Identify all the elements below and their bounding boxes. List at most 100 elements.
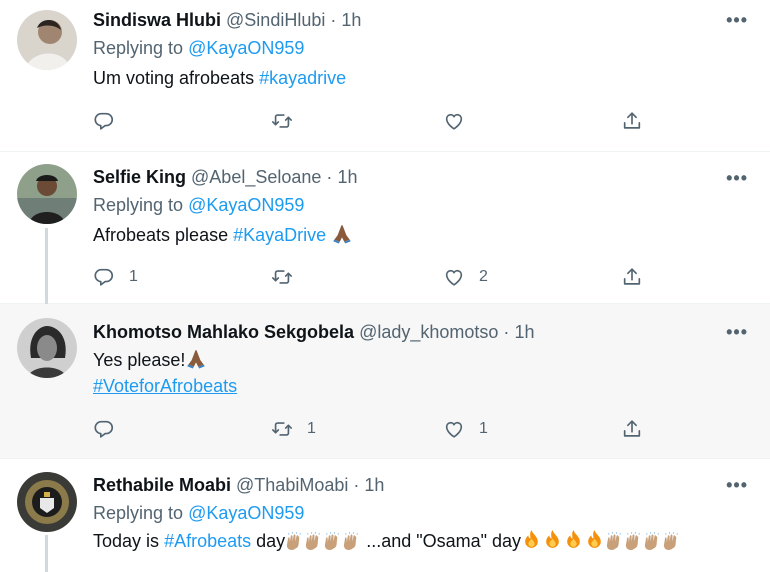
tweet[interactable]: Rethabile Moabi @ThabiMoabi · 1h Replyin… <box>0 459 770 572</box>
reply-count: 1 <box>129 268 138 285</box>
thread-connector <box>45 228 48 304</box>
tweet-header: Selfie King @Abel_Seloane · 1h <box>93 165 750 189</box>
fire-emoji <box>584 529 605 550</box>
hashtag-link[interactable]: #Afrobeats <box>164 531 251 551</box>
raised-hands-emoji <box>643 531 662 550</box>
raised-hands-emoji <box>662 531 681 550</box>
tweet-actions <box>93 110 653 134</box>
timestamp[interactable]: 1h <box>514 322 534 342</box>
reply-icon <box>93 266 115 288</box>
raised-hands-emoji-group <box>285 531 361 551</box>
like-button[interactable]: 2 <box>443 266 488 288</box>
share-button[interactable] <box>621 110 643 132</box>
separator-dot: · <box>326 167 333 187</box>
like-count: 1 <box>479 420 488 437</box>
tweet-text-content: Afrobeats please <box>93 225 229 245</box>
retweet-icon <box>271 418 293 440</box>
thread-connector <box>45 535 48 572</box>
reply-context: Replying to @KayaON959 <box>93 500 750 526</box>
fire-emoji <box>542 529 563 550</box>
reply-context: Replying to @KayaON959 <box>93 35 750 61</box>
more-options-icon[interactable]: ••• <box>726 475 748 496</box>
raised-hands-emoji <box>342 531 361 550</box>
tweet-text-line-2: #VoteforAfrobeats <box>93 373 750 399</box>
share-button[interactable] <box>621 418 643 440</box>
mention-link[interactable]: @KayaON959 <box>188 503 304 523</box>
user-handle[interactable]: @SindiHlubi <box>226 10 325 30</box>
reply-icon <box>93 418 115 440</box>
tweet[interactable]: Khomotso Mahlako Sekgobela @lady_khomots… <box>0 304 770 459</box>
display-name[interactable]: Khomotso Mahlako Sekgobela <box>93 322 354 342</box>
display-name[interactable]: Rethabile Moabi <box>93 475 231 495</box>
separator-dot: · <box>353 475 360 495</box>
tweet-text: Um voting afrobeats #kayadrive <box>93 65 750 91</box>
avatar[interactable] <box>17 10 77 70</box>
timestamp[interactable]: 1h <box>337 167 357 187</box>
share-icon <box>621 418 643 440</box>
raised-hands-emoji-group <box>605 531 681 551</box>
heart-icon <box>443 266 465 288</box>
fire-emoji <box>521 529 542 550</box>
raised-hands-emoji <box>285 531 304 550</box>
display-name[interactable]: Selfie King <box>93 167 186 187</box>
share-icon <box>621 110 643 132</box>
tweet-text: Yes please! <box>93 347 750 373</box>
fire-emoji-group <box>521 531 605 551</box>
avatar[interactable] <box>17 164 77 224</box>
like-button[interactable]: 1 <box>443 418 488 440</box>
tweet-actions: 1 1 <box>93 418 653 442</box>
user-handle[interactable]: @ThabiMoabi <box>236 475 348 495</box>
retweet-count: 1 <box>307 420 316 437</box>
avatar[interactable] <box>17 472 77 532</box>
more-options-icon[interactable]: ••• <box>726 322 748 343</box>
user-handle[interactable]: @lady_khomotso <box>359 322 498 342</box>
like-button[interactable] <box>443 110 465 132</box>
timestamp[interactable]: 1h <box>364 475 384 495</box>
mention-link[interactable]: @KayaON959 <box>188 38 304 58</box>
user-handle[interactable]: @Abel_Seloane <box>191 167 321 187</box>
mention-link[interactable]: @KayaON959 <box>188 195 304 215</box>
tweet[interactable]: Sindiswa Hlubi @SindiHlubi · 1h Replying… <box>0 0 770 152</box>
hashtag-link[interactable]: #kayadrive <box>259 68 346 88</box>
fire-emoji <box>563 529 584 550</box>
more-options-icon[interactable]: ••• <box>726 10 748 31</box>
retweet-icon <box>271 110 293 132</box>
share-button[interactable] <box>621 266 643 288</box>
reply-button[interactable]: 1 <box>93 266 138 288</box>
tweet-text-mid: day <box>256 531 286 551</box>
retweet-button[interactable] <box>271 110 293 132</box>
tweet-text: Today is #Afrobeats day ...and "Osama" d… <box>93 528 750 554</box>
tweet[interactable]: Selfie King @Abel_Seloane · 1h Replying … <box>0 152 770 304</box>
display-name[interactable]: Sindiswa Hlubi <box>93 10 221 30</box>
tweet-text-start: Today is <box>93 531 160 551</box>
tweet-header: Rethabile Moabi @ThabiMoabi · 1h <box>93 473 750 497</box>
reply-button[interactable] <box>93 418 115 440</box>
retweet-button[interactable]: 1 <box>271 418 316 440</box>
replying-to-label: Replying to <box>93 503 184 523</box>
reply-context: Replying to @KayaON959 <box>93 192 750 218</box>
like-count: 2 <box>479 268 488 285</box>
tweet-text: Afrobeats please #KayaDrive <box>93 222 750 248</box>
timestamp[interactable]: 1h <box>341 10 361 30</box>
share-icon <box>621 266 643 288</box>
tweet-text-end: ...and "Osama" day <box>366 531 522 551</box>
raised-hands-emoji <box>323 531 342 550</box>
heart-icon <box>443 110 465 132</box>
more-options-icon[interactable]: ••• <box>726 168 748 189</box>
reply-button[interactable] <box>93 110 115 132</box>
avatar[interactable] <box>17 318 77 378</box>
retweet-button[interactable] <box>271 266 293 288</box>
tweet-actions: 1 2 <box>93 266 653 290</box>
replying-to-label: Replying to <box>93 195 184 215</box>
retweet-icon <box>271 266 293 288</box>
hashtag-link[interactable]: #VoteforAfrobeats <box>93 376 237 396</box>
folded-hands-emoji <box>331 222 353 244</box>
folded-hands-emoji <box>185 347 207 369</box>
separator-dot: · <box>330 10 337 30</box>
raised-hands-emoji <box>304 531 323 550</box>
tweet-header: Sindiswa Hlubi @SindiHlubi · 1h <box>93 8 750 32</box>
hashtag-link[interactable]: #KayaDrive <box>233 225 326 245</box>
tweet-text-content: Um voting afrobeats <box>93 68 255 88</box>
tweet-text-content: Yes please! <box>93 350 186 370</box>
raised-hands-emoji <box>624 531 643 550</box>
